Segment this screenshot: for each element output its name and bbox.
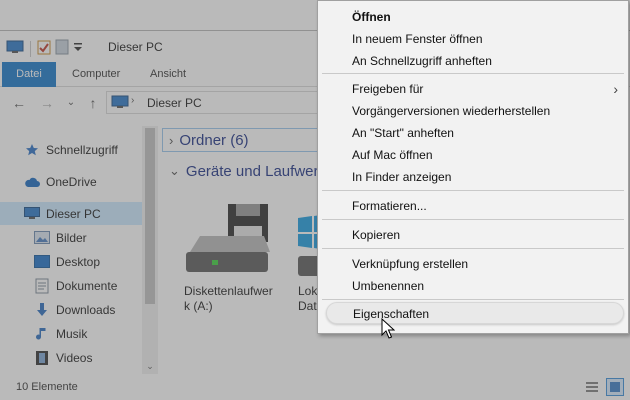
status-bar: 10 Elemente: [0, 374, 630, 400]
nav-item-label: Schnellzugriff: [46, 142, 118, 157]
details-view-icon[interactable]: [583, 378, 601, 396]
drive-label-line: Dat: [298, 299, 317, 313]
pictures-folder-icon: [34, 230, 50, 246]
tab-datei[interactable]: Datei: [2, 62, 56, 87]
cloud-icon: [24, 174, 40, 190]
tab-computer[interactable]: Computer: [60, 62, 132, 87]
quick-access-toolbar: [6, 39, 83, 58]
nav-item-label: Videos: [56, 350, 93, 365]
menu-item-verknuepfung-erstellen[interactable]: Verknüpfung erstellen: [318, 253, 628, 275]
nav-item-desktop[interactable]: Desktop: [0, 250, 142, 273]
large-icons-view-icon[interactable]: [606, 378, 624, 396]
computer-icon: [111, 95, 129, 112]
item-count: 10 Elemente: [16, 381, 78, 393]
context-menu: Öffnen In neuem Fenster öffnen An Schnel…: [317, 0, 629, 334]
floppy-drive-icon: [184, 202, 270, 281]
window-title: Dieser PC: [108, 40, 163, 54]
nav-item-label: Desktop: [56, 254, 101, 269]
navigation-pane: Schnellzugriff OneDrive Dieser PC Bilder…: [0, 126, 158, 374]
group-header-geraete[interactable]: ⌄ Geräte und Laufwerke: [162, 159, 334, 183]
menu-item-formatieren[interactable]: Formatieren...: [318, 195, 628, 217]
menu-item-in-finder-anzeigen[interactable]: In Finder anzeigen: [318, 166, 628, 188]
menu-item-oeffnen[interactable]: Öffnen: [318, 6, 628, 28]
computer-icon: [24, 206, 40, 222]
documents-folder-icon: [34, 278, 50, 294]
breadcrumb-location[interactable]: Dieser PC: [147, 96, 202, 110]
breadcrumb-chevron-icon[interactable]: ›: [131, 95, 134, 106]
menu-item-eigenschaften[interactable]: Eigenschaften: [326, 302, 624, 324]
menu-item-neues-fenster[interactable]: In neuem Fenster öffnen: [318, 28, 628, 50]
nav-item-downloads[interactable]: Downloads: [0, 298, 142, 321]
drive-label-line: k (A:): [184, 299, 213, 313]
menu-item-schnellzugriff-anheften[interactable]: An Schnellzugriff anheften: [318, 50, 628, 72]
navigation-scrollbar[interactable]: ⌄: [142, 126, 158, 374]
menu-separator: [322, 190, 624, 191]
group-header-label: Ordner (6): [179, 131, 249, 149]
new-folder-icon[interactable]: [55, 39, 69, 58]
computer-icon[interactable]: [6, 40, 24, 57]
tab-ansicht[interactable]: Ansicht: [138, 62, 198, 87]
menu-separator: [322, 299, 624, 300]
toolbar-divider: [30, 40, 31, 57]
nav-item-label: Dokumente: [56, 278, 118, 293]
mouse-pointer-icon: [381, 317, 396, 340]
menu-item-umbenennen[interactable]: Umbenennen: [318, 275, 628, 297]
nav-item-schnellzugriff[interactable]: Schnellzugriff: [0, 138, 142, 161]
recent-locations-chevron-icon[interactable]: ⌄: [62, 94, 80, 112]
menu-separator: [322, 219, 624, 220]
desktop-folder-icon: [34, 254, 50, 270]
forward-arrow-icon[interactable]: →: [38, 94, 56, 112]
menu-item-label: Freigeben für: [352, 82, 424, 96]
back-arrow-icon[interactable]: ←: [10, 94, 28, 112]
nav-item-onedrive[interactable]: OneDrive: [0, 170, 142, 193]
nav-item-dieser-pc[interactable]: Dieser PC: [0, 202, 142, 225]
nav-item-musik[interactable]: Musik: [0, 322, 142, 345]
nav-item-dokumente[interactable]: Dokumente: [0, 274, 142, 297]
drive-label-line: Lok: [298, 284, 318, 298]
properties-check-icon[interactable]: [37, 39, 51, 58]
nav-item-label: Dieser PC: [46, 206, 101, 221]
film-icon: [34, 350, 50, 366]
toolbar-dropdown-icon[interactable]: [73, 41, 83, 56]
menu-item-auf-mac-oeffnen[interactable]: Auf Mac öffnen: [318, 144, 628, 166]
submenu-arrow-icon: ›: [613, 81, 618, 97]
scrollbar-thumb[interactable]: [145, 128, 155, 304]
group-header-label: Geräte und Laufwerke: [185, 162, 335, 180]
menu-item-kopieren[interactable]: Kopieren: [318, 224, 628, 246]
nav-item-label: Musik: [56, 326, 88, 341]
nav-item-label: Bilder: [56, 230, 87, 245]
download-arrow-icon: [34, 302, 50, 318]
drive-label: Diskettenlaufwer k (A:): [184, 284, 284, 314]
nav-item-bilder[interactable]: Bilder: [0, 226, 142, 249]
nav-item-videos[interactable]: Videos: [0, 346, 142, 369]
menu-item-freigeben-fuer[interactable]: Freigeben für ›: [318, 78, 628, 100]
menu-item-start-anheften[interactable]: An "Start" anheften: [318, 122, 628, 144]
scroll-down-icon[interactable]: ⌄: [142, 360, 158, 372]
chevron-down-icon: ⌄: [169, 163, 180, 178]
up-arrow-icon[interactable]: ↑: [84, 94, 102, 112]
music-note-icon: [34, 326, 50, 342]
star-icon: [24, 142, 40, 158]
nav-item-label: Downloads: [56, 302, 116, 317]
menu-separator: [322, 73, 624, 74]
menu-separator: [322, 248, 624, 249]
drive-label-line: Diskettenlaufwer: [184, 284, 273, 298]
nav-item-label: OneDrive: [46, 174, 97, 189]
menu-item-vorgaengerversionen[interactable]: Vorgängerversionen wiederherstellen: [318, 100, 628, 122]
chevron-right-icon: ›: [169, 132, 174, 148]
